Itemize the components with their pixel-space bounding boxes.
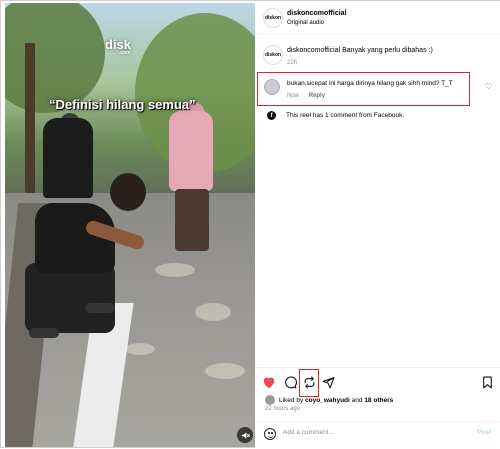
- add-comment-bar: Add a comment... Post: [255, 421, 500, 447]
- post-header: diskon diskoncomofficial Original audio: [255, 1, 500, 34]
- video-watermark: disk .com: [105, 37, 132, 56]
- post-button[interactable]: Post: [477, 429, 491, 436]
- comments-panel: diskon diskoncomofficial Original audio …: [255, 1, 500, 449]
- facebook-icon: f: [267, 111, 276, 120]
- comment-input[interactable]: Add a comment...: [283, 429, 334, 436]
- post-time[interactable]: 22 hours ago: [265, 406, 300, 412]
- heart-filled-icon[interactable]: [261, 374, 277, 390]
- audio-link[interactable]: Original audio: [287, 20, 324, 26]
- comment-time[interactable]: 22h: [287, 60, 297, 66]
- likes-summary[interactable]: Liked by coyo_wahyudi and 18 others: [265, 395, 393, 405]
- sun-spot: [195, 303, 231, 321]
- facebook-note: f This reel has 1 comment from Facebook.: [267, 111, 404, 120]
- highlight-box: [257, 72, 470, 106]
- comment-time[interactable]: Now: [287, 93, 299, 99]
- comment-icon[interactable]: [282, 374, 298, 390]
- walking-woman-legs: [175, 189, 209, 251]
- comment-meta: Now Reply: [287, 93, 333, 99]
- sun-spot: [155, 263, 195, 277]
- video-caption: “Definisi hilang semua”: [49, 97, 196, 112]
- comment-text: bukan.sicepat ini harga dirinya hilang g…: [287, 80, 453, 87]
- avatar[interactable]: [264, 79, 280, 95]
- crouching-man: [15, 173, 146, 353]
- sun-spot: [205, 363, 245, 379]
- caption-comment: diskoncomofficial Banyak yang perlu diba…: [287, 47, 433, 54]
- speaker-muted-icon[interactable]: [237, 427, 253, 443]
- action-bar: [255, 367, 500, 397]
- walking-woman: [169, 111, 213, 191]
- share-icon[interactable]: [320, 374, 336, 390]
- avatar[interactable]: diskon: [263, 8, 283, 28]
- avatar[interactable]: diskon: [263, 45, 283, 65]
- avatar: [265, 395, 275, 405]
- reply-button[interactable]: Reply: [309, 93, 325, 99]
- bookmark-icon[interactable]: [479, 374, 495, 390]
- username-link[interactable]: diskoncomofficial: [287, 10, 347, 17]
- likes-others[interactable]: 18 others: [364, 397, 393, 404]
- reel-dialog: disk .com “Definisi hilang semua” diskon …: [0, 0, 500, 449]
- emoji-icon[interactable]: [264, 428, 276, 440]
- repost-icon[interactable]: [301, 374, 317, 390]
- like-comment-icon[interactable]: ♡: [485, 82, 492, 91]
- reel-video[interactable]: disk .com “Definisi hilang semua”: [5, 3, 255, 447]
- liker-username[interactable]: coyo_wahyudi: [305, 397, 350, 404]
- facebook-note-text: This reel has 1 comment from Facebook.: [286, 112, 405, 119]
